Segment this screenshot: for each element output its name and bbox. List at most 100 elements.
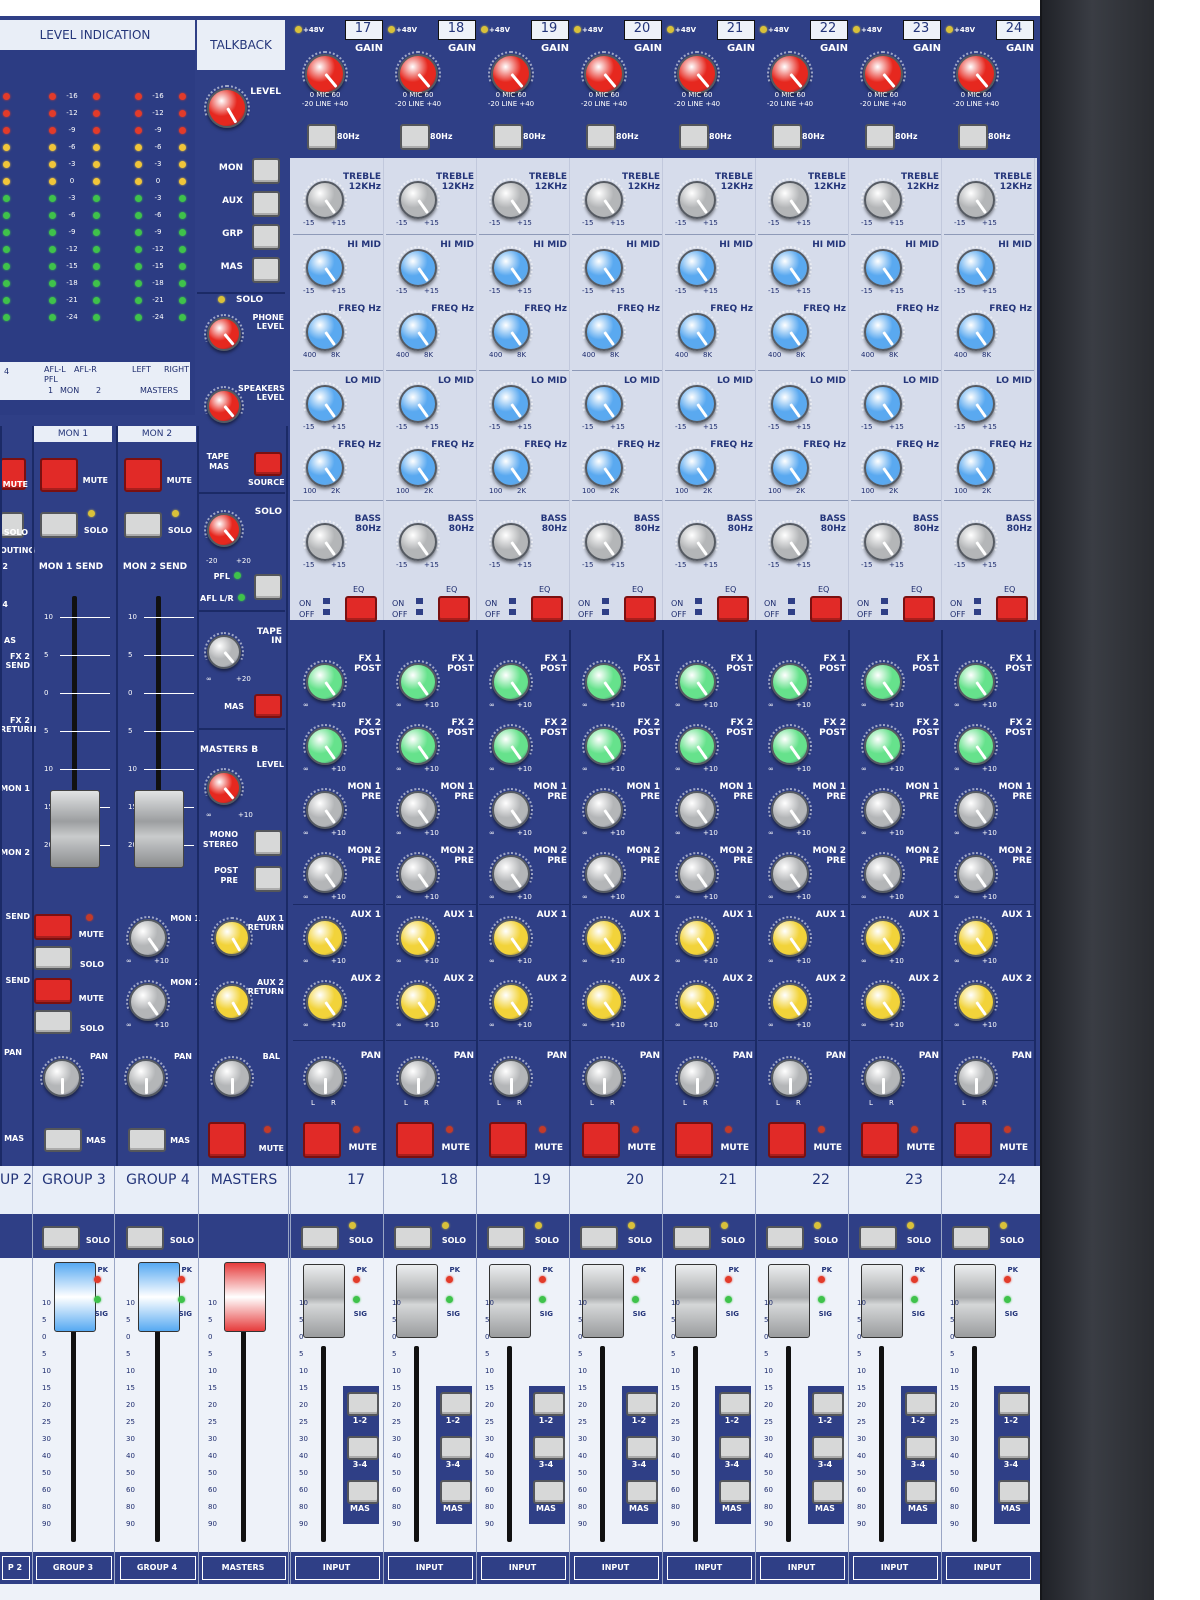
eq-hi-freq-knob-24[interactable] xyxy=(954,310,998,351)
eq-switch-24[interactable] xyxy=(996,596,1028,622)
route-route12-button-20[interactable] xyxy=(626,1392,658,1416)
mon1-mute-button[interactable] xyxy=(40,458,78,492)
mute-button-19[interactable] xyxy=(489,1122,527,1158)
pan-knob-22[interactable] xyxy=(768,1056,812,1097)
eq-treble-knob-23[interactable] xyxy=(861,178,905,219)
mute-button-24[interactable] xyxy=(954,1122,992,1158)
send-aux2-knob-24[interactable] xyxy=(954,980,998,1021)
send-mon2-knob-21[interactable] xyxy=(675,852,719,893)
pan-knob-24[interactable] xyxy=(954,1056,998,1097)
gain-knob-23[interactable] xyxy=(860,51,906,94)
group-pan-knob-0[interactable] xyxy=(40,1056,84,1097)
send-fx1-knob-24[interactable] xyxy=(954,660,998,701)
send-fx1-knob-21[interactable] xyxy=(675,660,719,701)
gain-knob-17[interactable] xyxy=(302,51,348,94)
route-routemas-button-20[interactable] xyxy=(626,1480,658,1504)
route-routemas-button-23[interactable] xyxy=(905,1480,937,1504)
group-mas-button-0[interactable] xyxy=(44,1128,82,1152)
route-routemas-button-21[interactable] xyxy=(719,1480,751,1504)
route-route34-button-22[interactable] xyxy=(812,1436,844,1460)
hpf-button-24[interactable] xyxy=(958,124,988,150)
send-aux1-knob-20[interactable] xyxy=(582,916,626,957)
eq-hi-mid-knob-18[interactable] xyxy=(396,246,440,287)
mono-stereo-button[interactable] xyxy=(254,830,282,856)
send-fx1-knob-20[interactable] xyxy=(582,660,626,701)
left-send1-mute-button[interactable] xyxy=(34,914,72,940)
route-route34-button-24[interactable] xyxy=(998,1436,1030,1460)
left-send1-solo-button[interactable] xyxy=(34,946,72,970)
eq-bass-knob-18[interactable] xyxy=(396,520,440,561)
send-mon1-knob-21[interactable] xyxy=(675,788,719,829)
eq-lo-freq-knob-19[interactable] xyxy=(489,446,533,487)
gain-knob-24[interactable] xyxy=(953,51,999,94)
hpf-button-20[interactable] xyxy=(586,124,616,150)
solo-button-20[interactable] xyxy=(580,1226,618,1250)
route-routemas-button-24[interactable] xyxy=(998,1480,1030,1504)
group-pan-knob-1[interactable] xyxy=(124,1056,168,1097)
group-solo-button-1[interactable] xyxy=(42,1226,80,1250)
hpf-button-23[interactable] xyxy=(865,124,895,150)
solo-button-22[interactable] xyxy=(766,1226,804,1250)
eq-switch-21[interactable] xyxy=(717,596,749,622)
eq-bass-knob-21[interactable] xyxy=(675,520,719,561)
mon2-fader-cap[interactable] xyxy=(134,790,184,868)
eq-lo-freq-knob-20[interactable] xyxy=(582,446,626,487)
send-aux1-knob-18[interactable] xyxy=(396,916,440,957)
send-fx2-knob-19[interactable] xyxy=(489,724,533,765)
eq-treble-knob-17[interactable] xyxy=(303,178,347,219)
eq-lo-freq-knob-21[interactable] xyxy=(675,446,719,487)
send-mon1-knob-18[interactable] xyxy=(396,788,440,829)
source-button[interactable] xyxy=(254,452,282,476)
pan-knob-19[interactable] xyxy=(489,1056,533,1097)
eq-switch-18[interactable] xyxy=(438,596,470,622)
send-aux1-knob-19[interactable] xyxy=(489,916,533,957)
mute-button-20[interactable] xyxy=(582,1122,620,1158)
route-route34-button-21[interactable] xyxy=(719,1436,751,1460)
mute-button-17[interactable] xyxy=(303,1122,341,1158)
route-route12-button-19[interactable] xyxy=(533,1392,565,1416)
send-aux2-knob-22[interactable] xyxy=(768,980,812,1021)
send-fx2-knob-17[interactable] xyxy=(303,724,347,765)
route-route12-button-23[interactable] xyxy=(905,1392,937,1416)
group-mon1-knob[interactable] xyxy=(126,916,170,957)
eq-bass-knob-22[interactable] xyxy=(768,520,812,561)
channel-fader-cap-22[interactable] xyxy=(768,1264,810,1338)
group-fader-cap-1[interactable] xyxy=(54,1262,96,1332)
channel-fader-cap-23[interactable] xyxy=(861,1264,903,1338)
eq-lo-mid-knob-24[interactable] xyxy=(954,382,998,423)
post-pre-button[interactable] xyxy=(254,866,282,892)
solo-button-21[interactable] xyxy=(673,1226,711,1250)
route-route34-button-18[interactable] xyxy=(440,1436,472,1460)
group-fader-cap-3[interactable] xyxy=(224,1262,266,1332)
channel-fader-cap-21[interactable] xyxy=(675,1264,717,1338)
gain-knob-22[interactable] xyxy=(767,51,813,94)
channel-fader-cap-20[interactable] xyxy=(582,1264,624,1338)
pan-knob-23[interactable] xyxy=(861,1056,905,1097)
eq-treble-knob-21[interactable] xyxy=(675,178,719,219)
aux-return-knob-1[interactable] xyxy=(211,981,253,1020)
eq-hi-freq-knob-18[interactable] xyxy=(396,310,440,351)
send-fx1-knob-22[interactable] xyxy=(768,660,812,701)
send-aux1-knob-17[interactable] xyxy=(303,916,347,957)
eq-hi-freq-knob-19[interactable] xyxy=(489,310,533,351)
eq-hi-mid-knob-17[interactable] xyxy=(303,246,347,287)
eq-treble-knob-20[interactable] xyxy=(582,178,626,219)
send-fx1-knob-19[interactable] xyxy=(489,660,533,701)
send-fx2-knob-22[interactable] xyxy=(768,724,812,765)
solo-button-18[interactable] xyxy=(394,1226,432,1250)
eq-lo-mid-knob-19[interactable] xyxy=(489,382,533,423)
eq-switch-20[interactable] xyxy=(624,596,656,622)
eq-lo-freq-knob-22[interactable] xyxy=(768,446,812,487)
hpf-button-17[interactable] xyxy=(307,124,337,150)
eq-switch-22[interactable] xyxy=(810,596,842,622)
route-routemas-button-17[interactable] xyxy=(347,1480,379,1504)
eq-hi-freq-knob-22[interactable] xyxy=(768,310,812,351)
eq-treble-knob-19[interactable] xyxy=(489,178,533,219)
route-routemas-button-19[interactable] xyxy=(533,1480,565,1504)
send-mon2-knob-18[interactable] xyxy=(396,852,440,893)
solo-button-23[interactable] xyxy=(859,1226,897,1250)
route-route34-button-19[interactable] xyxy=(533,1436,565,1460)
send-mon2-knob-19[interactable] xyxy=(489,852,533,893)
solo-level-knob[interactable] xyxy=(204,510,244,547)
speakers-level-knob[interactable] xyxy=(204,386,244,423)
